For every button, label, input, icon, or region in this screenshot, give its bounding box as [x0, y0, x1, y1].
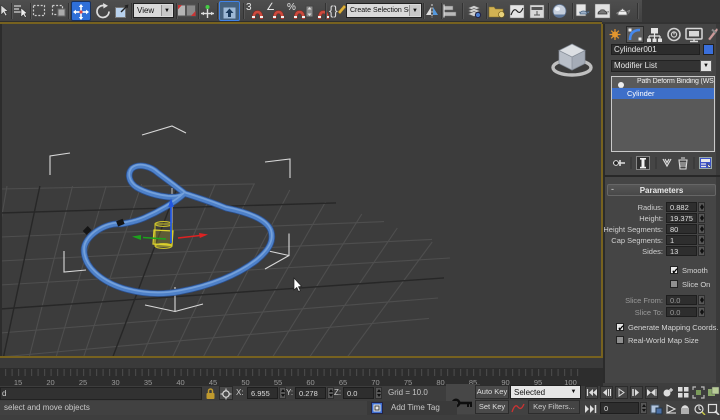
svg-text:80: 80 — [436, 378, 444, 386]
svg-text:∠: ∠ — [266, 2, 275, 13]
svg-text:55: 55 — [274, 378, 282, 386]
svg-text:75: 75 — [404, 378, 412, 386]
svg-text:65: 65 — [339, 378, 347, 386]
svg-text:60: 60 — [306, 378, 314, 386]
svg-text:3: 3 — [246, 2, 252, 13]
svg-text:70: 70 — [371, 378, 379, 386]
svg-text:50: 50 — [241, 378, 249, 386]
svg-text:20: 20 — [46, 378, 54, 386]
svg-text:30: 30 — [111, 378, 119, 386]
svg-text:25: 25 — [79, 378, 87, 386]
svg-text:%: % — [287, 2, 296, 13]
svg-text:35: 35 — [144, 378, 152, 386]
svg-text:40: 40 — [176, 378, 184, 386]
svg-text:{}: {} — [329, 3, 338, 18]
svg-text:15: 15 — [14, 378, 22, 386]
svg-text:45: 45 — [209, 378, 217, 386]
